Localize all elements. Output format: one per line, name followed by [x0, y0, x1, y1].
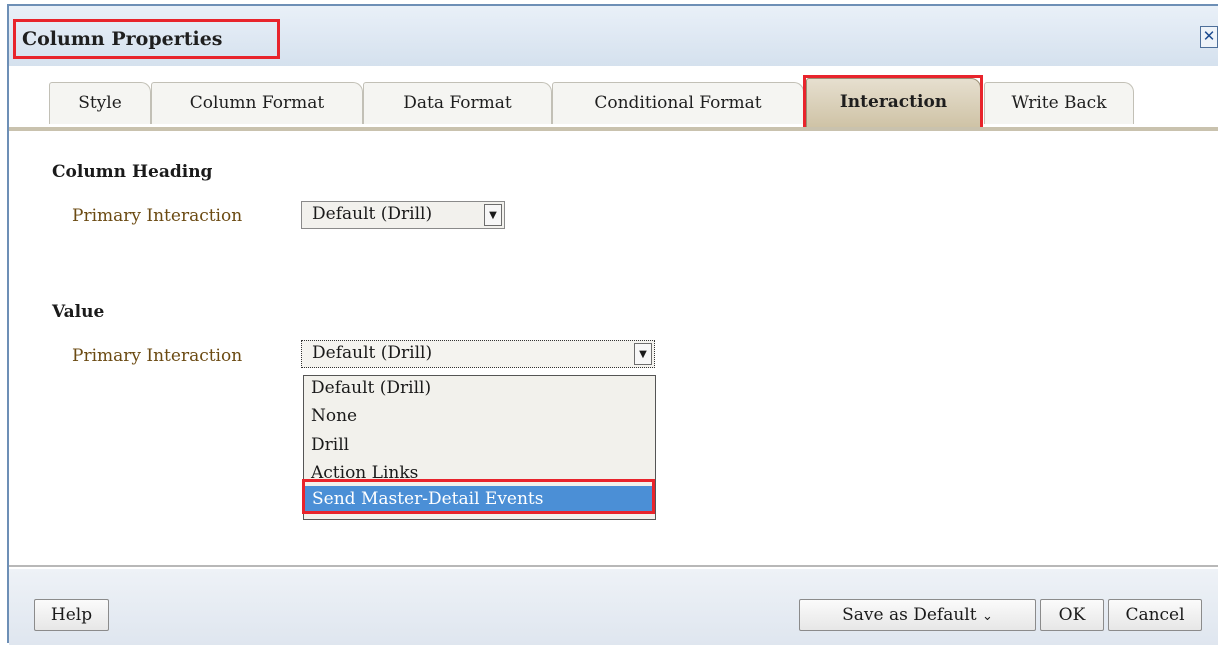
tab-write-back[interactable]: Write Back [984, 82, 1134, 124]
chevron-down-icon: ⌄ [981, 609, 993, 624]
value-primary-interaction-options: Default (Drill) None Drill Action Links … [303, 375, 656, 520]
value-heading: Value [52, 302, 105, 322]
value-primary-interaction-value: Default (Drill) [312, 343, 433, 363]
dialog-footer: Help Save as Default ⌄ OK Cancel [9, 569, 1218, 645]
tab-conditional-format[interactable]: Conditional Format [552, 82, 804, 124]
option-send-master-detail-events[interactable]: Send Master-Detail Events [304, 486, 655, 512]
column-properties-dialog: Column Properties ✕ Style Column Format … [7, 4, 1218, 645]
help-button[interactable]: Help [34, 599, 109, 631]
tab-style[interactable]: Style [49, 82, 151, 124]
tab-strip: Style Column Format Data Format Conditio… [9, 66, 1218, 131]
tab-column-format[interactable]: Column Format [151, 82, 363, 124]
option-default-drill[interactable]: Default (Drill) [311, 378, 431, 398]
save-as-default-button[interactable]: Save as Default ⌄ [799, 599, 1036, 631]
close-icon[interactable]: ✕ [1200, 26, 1218, 48]
value-primary-interaction-label: Primary Interaction [72, 346, 243, 366]
interaction-panel: Column Heading Primary Interaction Defau… [9, 127, 1218, 567]
chevron-down-icon[interactable]: ▼ [484, 204, 502, 226]
ok-button[interactable]: OK [1040, 599, 1104, 631]
column-heading-primary-interaction-label: Primary Interaction [72, 206, 243, 226]
dialog-title: Column Properties [13, 19, 280, 59]
dialog-titlebar: Column Properties ✕ [9, 6, 1218, 66]
tab-data-format[interactable]: Data Format [363, 82, 552, 124]
option-drill[interactable]: Drill [311, 435, 349, 455]
column-heading-heading: Column Heading [52, 162, 213, 182]
value-primary-interaction-select[interactable]: Default (Drill) ▼ [301, 340, 655, 368]
save-as-default-label: Save as Default [842, 605, 977, 625]
chevron-down-icon[interactable]: ▼ [634, 343, 652, 365]
option-action-links[interactable]: Action Links [311, 463, 418, 483]
tab-interaction[interactable]: Interaction [806, 78, 981, 128]
column-heading-primary-interaction-select[interactable]: Default (Drill) ▼ [301, 201, 505, 229]
option-none[interactable]: None [311, 406, 357, 426]
column-heading-primary-interaction-value: Default (Drill) [312, 204, 433, 224]
cancel-button[interactable]: Cancel [1108, 599, 1202, 631]
